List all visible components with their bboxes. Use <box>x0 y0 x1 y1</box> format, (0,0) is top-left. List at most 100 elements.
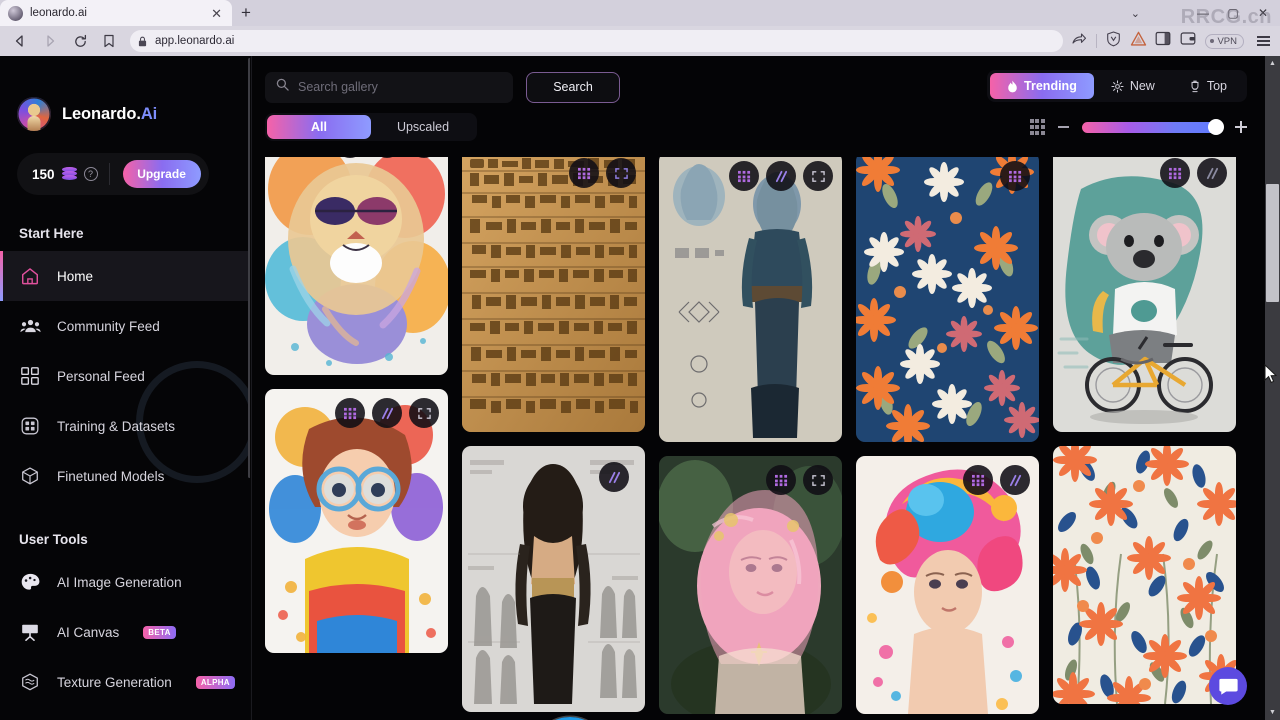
home-icon <box>19 265 41 287</box>
dataset-icon <box>19 415 41 437</box>
sidebar-item-community-feed[interactable]: Community Feed <box>0 301 250 351</box>
gallery-column <box>265 157 448 714</box>
gallery-card-floral-pattern-cream[interactable] <box>1053 446 1236 704</box>
sidebar-item-texture-generation[interactable]: Texture Generation ALPHA <box>0 657 250 707</box>
gallery-card-dark-warrior-woman-sheet[interactable] <box>462 446 645 712</box>
sidebar-item-ai-canvas[interactable]: AI Canvas BETA <box>0 607 250 657</box>
motion-icon[interactable] <box>372 398 402 428</box>
page-scrollbar[interactable]: ▲ ▼ <box>1265 56 1280 720</box>
remix-icon[interactable] <box>729 161 759 191</box>
brand-title: Leonardo.Ai <box>62 104 158 123</box>
scrollbar-thumb[interactable] <box>1266 184 1279 302</box>
tab-trending-label: Trending <box>1024 79 1077 93</box>
browser-menu-icon[interactable] <box>1253 36 1274 46</box>
card-artwork <box>265 389 448 653</box>
expand-icon[interactable] <box>409 398 439 428</box>
expand-icon[interactable] <box>409 157 439 158</box>
sidebar-item-personal-feed[interactable]: Personal Feed <box>0 351 250 401</box>
tab-trending[interactable]: Trending <box>990 73 1094 99</box>
zoom-in-button[interactable] <box>1235 121 1247 133</box>
back-button[interactable] <box>6 28 34 54</box>
search-icon <box>276 78 289 96</box>
expand-icon[interactable] <box>803 465 833 495</box>
sidebar-item-training-datasets[interactable]: Training & Datasets <box>0 401 250 451</box>
remix-icon[interactable] <box>335 398 365 428</box>
lock-icon <box>138 36 147 47</box>
wallet-icon[interactable] <box>1180 31 1196 51</box>
gallery-card-rainbow-hair-portrait[interactable] <box>856 456 1039 714</box>
page-viewport: Leonardo.Ai 150 ? Upgrade Start Here Hom… <box>0 56 1280 720</box>
motion-icon[interactable] <box>1000 465 1030 495</box>
brave-logo-icon[interactable] <box>1130 31 1147 52</box>
grid-squares-icon <box>19 365 41 387</box>
remix-icon[interactable] <box>963 465 993 495</box>
scroll-down-arrow[interactable]: ▼ <box>1265 705 1280 720</box>
forward-button[interactable] <box>36 28 64 54</box>
filter-tab-upscaled[interactable]: Upscaled <box>371 115 475 139</box>
expand-icon[interactable] <box>803 161 833 191</box>
credits-divider <box>108 163 110 185</box>
share-icon[interactable] <box>1071 31 1087 51</box>
expand-icon[interactable] <box>606 158 636 188</box>
tab-new[interactable]: New <box>1094 73 1172 99</box>
browser-tab[interactable]: leonardo.ai ✕ <box>0 0 232 26</box>
reload-button[interactable] <box>66 28 94 54</box>
sidebar-item-finetuned-models[interactable]: Finetuned Models <box>0 451 250 501</box>
palette-icon <box>19 571 41 593</box>
gallery-card-pink-hair-fantasy-girl[interactable] <box>659 456 842 714</box>
search-button[interactable]: Search <box>526 71 620 103</box>
gallery-column <box>462 157 645 714</box>
grid-density-icon[interactable] <box>1029 119 1045 135</box>
window-close-button[interactable]: ✕ <box>1248 0 1278 26</box>
address-bar[interactable]: app.leonardo.ai <box>130 30 1064 52</box>
browser-navigation-bar: app.leonardo.ai VPN <box>0 26 1280 56</box>
gallery-card-egyptian-hieroglyphs[interactable] <box>462 157 645 432</box>
remix-icon[interactable] <box>1160 158 1190 188</box>
gallery-card-koala-on-bicycle[interactable] <box>1053 157 1236 432</box>
sidebar-item-ai-image-generation[interactable]: AI Image Generation <box>0 557 250 607</box>
zoom-slider-thumb[interactable] <box>1208 119 1224 135</box>
grid-zoom-controls <box>1029 113 1247 141</box>
motion-icon[interactable] <box>599 462 629 492</box>
brave-shield-icon[interactable] <box>1106 30 1121 52</box>
zoom-out-button[interactable] <box>1058 126 1069 128</box>
toolbar-row-search: Search Trending New Top <box>265 70 1247 104</box>
zoom-slider[interactable] <box>1082 119 1224 135</box>
card-action-buttons <box>1160 158 1227 188</box>
motion-icon[interactable] <box>372 157 402 158</box>
sidebar-scrollbar[interactable] <box>248 58 250 478</box>
window-minimize-button[interactable]: — <box>1188 0 1218 26</box>
search-input[interactable] <box>298 80 502 94</box>
window-maximize-button[interactable]: ▢ <box>1218 0 1248 26</box>
gallery-card-girl-glasses-colorful[interactable] <box>265 389 448 653</box>
gallery-card-floral-pattern-navy[interactable] <box>856 157 1039 442</box>
motion-icon[interactable] <box>766 161 796 191</box>
help-icon[interactable]: ? <box>83 167 98 181</box>
bookmarks-icon[interactable] <box>96 28 122 54</box>
card-action-buttons <box>599 462 629 492</box>
remix-icon[interactable] <box>766 465 796 495</box>
sidebar-item-home[interactable]: Home <box>0 251 250 301</box>
gallery-column <box>659 157 842 714</box>
brand-logo[interactable]: Leonardo.Ai <box>0 56 250 131</box>
sidepanel-icon[interactable] <box>1155 31 1171 51</box>
gallery-card-lion-watercolor[interactable] <box>265 157 448 375</box>
scroll-up-arrow[interactable]: ▲ <box>1265 56 1280 71</box>
chat-bubble-icon <box>1218 678 1238 695</box>
new-tab-button[interactable]: + <box>232 0 260 26</box>
filter-tab-all[interactable]: All <box>267 115 371 139</box>
sparkle-icon <box>1111 79 1124 93</box>
upgrade-button[interactable]: Upgrade <box>122 160 201 188</box>
search-field-wrapper[interactable] <box>265 71 513 103</box>
remix-icon[interactable] <box>569 158 599 188</box>
intercom-chat-button[interactable] <box>1209 667 1247 705</box>
gallery-card-blue-haired-ranger[interactable] <box>659 157 842 442</box>
remix-icon[interactable] <box>335 157 365 158</box>
motion-icon[interactable] <box>1197 158 1227 188</box>
card-artwork <box>1053 157 1236 432</box>
vpn-button[interactable]: VPN <box>1205 33 1244 49</box>
remix-icon[interactable] <box>1000 161 1030 191</box>
tab-close-icon[interactable]: ✕ <box>209 7 224 20</box>
tab-top[interactable]: Top <box>1172 73 1244 99</box>
tab-search-chevron-icon[interactable]: ⌄ <box>1131 0 1140 26</box>
